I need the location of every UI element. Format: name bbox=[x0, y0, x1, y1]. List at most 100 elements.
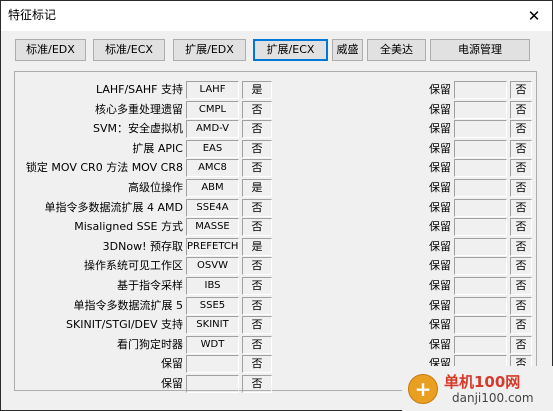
flag-code bbox=[454, 335, 507, 354]
flag-label: 保留 bbox=[429, 337, 451, 351]
flag-row: 基于指令采样 IBS 否 bbox=[15, 276, 277, 296]
flag-row: 保留 否 bbox=[15, 374, 277, 394]
flag-row: 保留 否 bbox=[277, 335, 535, 355]
flag-code bbox=[454, 277, 507, 295]
flag-label: 锁定 MOV CR0 方法 MOV CR8 bbox=[25, 161, 183, 175]
flag-label: 保留 bbox=[429, 318, 451, 332]
flag-label: 保留 bbox=[429, 83, 451, 96]
flag-label: LAHF/SAHF 支持 bbox=[95, 83, 183, 96]
flag-row: 保留 否 bbox=[277, 178, 535, 198]
flag-row: 3DNow! 预存取 PREFETCH 是 bbox=[15, 237, 277, 257]
flag-value: 是 bbox=[242, 81, 272, 99]
flag-row: 保留 否 bbox=[277, 315, 535, 335]
flag-value: 否 bbox=[510, 81, 532, 99]
flag-label: 保留 bbox=[429, 298, 451, 312]
flag-row: 保留 否 bbox=[277, 217, 535, 237]
flag-label: 保留 bbox=[429, 122, 451, 136]
flag-row: 看门狗定时器 WDT 否 bbox=[15, 335, 277, 355]
flag-code: SSE4A bbox=[186, 198, 239, 217]
flag-code: IBS bbox=[186, 277, 239, 295]
flag-value: 否 bbox=[242, 375, 272, 393]
flag-value: 否 bbox=[242, 139, 272, 158]
flag-label: 核心多重处理遗留 bbox=[95, 102, 183, 116]
flag-value: 否 bbox=[242, 218, 272, 237]
flag-value: 否 bbox=[510, 257, 532, 276]
flag-code: MASSE bbox=[186, 218, 239, 237]
flag-label: 保留 bbox=[161, 377, 183, 390]
flag-value: 否 bbox=[510, 120, 532, 139]
tab-transmeta[interactable]: 全美达 bbox=[367, 39, 426, 61]
flag-row: 保留 否 bbox=[277, 139, 535, 159]
flag-label: 操作系统可见工作区 bbox=[84, 259, 183, 273]
flag-value: 否 bbox=[510, 277, 532, 295]
flag-code bbox=[454, 100, 507, 119]
flag-code: AMC8 bbox=[186, 159, 239, 178]
flag-value: 否 bbox=[242, 100, 272, 119]
flag-code bbox=[454, 218, 507, 237]
flag-value: 否 bbox=[242, 257, 272, 276]
flag-label: 保留 bbox=[429, 239, 451, 253]
flag-code: EAS bbox=[186, 139, 239, 158]
flag-code: ABM bbox=[186, 179, 239, 197]
flag-label: 保留 bbox=[429, 259, 451, 273]
title-bar: 特征标记 ✕ bbox=[1, 1, 552, 31]
flag-label: 单指令多数据流扩展 4 AMD bbox=[44, 200, 183, 214]
flag-row: 保留 否 bbox=[277, 237, 535, 257]
flag-code bbox=[454, 159, 507, 178]
flag-code bbox=[454, 81, 507, 99]
tab-standard-ecx[interactable]: 标准/ECX bbox=[93, 39, 165, 61]
flag-row: SVM：安全虚拟机 AMD-V 否 bbox=[15, 119, 277, 139]
flag-row: 锁定 MOV CR0 方法 MOV CR8 AMC8 否 bbox=[15, 158, 277, 178]
flag-code: SSE5 bbox=[186, 296, 239, 315]
flag-label: 保留 bbox=[429, 279, 451, 292]
watermark-logo-icon: + bbox=[408, 374, 438, 404]
flag-row: 保留 否 bbox=[277, 256, 535, 276]
window-title: 特征标记 bbox=[8, 8, 57, 22]
flag-value: 否 bbox=[242, 355, 272, 374]
flag-row: 保留 否 bbox=[277, 80, 535, 100]
flag-label: 看门狗定时器 bbox=[117, 337, 183, 351]
flag-value: 否 bbox=[510, 159, 532, 178]
flag-code bbox=[454, 198, 507, 217]
close-icon[interactable]: ✕ bbox=[516, 1, 552, 31]
flag-row: 扩展 APIC EAS 否 bbox=[15, 139, 277, 159]
flag-row: LAHF/SAHF 支持 LAHF 是 bbox=[15, 80, 277, 100]
flag-row: 保留 否 bbox=[277, 100, 535, 120]
flag-label: 保留 bbox=[429, 220, 451, 234]
flag-code: WDT bbox=[186, 335, 239, 354]
flag-label: 基于指令采样 bbox=[117, 279, 183, 292]
flag-code bbox=[186, 375, 239, 393]
flag-value: 否 bbox=[510, 100, 532, 119]
flag-label: 保留 bbox=[429, 102, 451, 116]
flag-label: 保留 bbox=[429, 200, 451, 214]
flag-row: 保留 否 bbox=[15, 354, 277, 374]
tab-standard-edx[interactable]: 标准/EDX bbox=[15, 39, 86, 61]
watermark-site-name: 单机100网 bbox=[444, 373, 521, 391]
flag-row: 保留 否 bbox=[277, 158, 535, 178]
flag-row: SKINIT/STGI/DEV 支持 SKINIT 否 bbox=[15, 315, 277, 335]
flag-value: 否 bbox=[242, 159, 272, 178]
tab-extended-edx[interactable]: 扩展/EDX bbox=[173, 39, 246, 61]
flag-code: OSVW bbox=[186, 257, 239, 276]
flag-code bbox=[454, 296, 507, 315]
flag-row: Misaligned SSE 方式 MASSE 否 bbox=[15, 217, 277, 237]
flag-label: SKINIT/STGI/DEV 支持 bbox=[66, 318, 183, 332]
flag-value: 否 bbox=[510, 218, 532, 237]
flag-code bbox=[454, 179, 507, 197]
tab-via[interactable]: 威盛 bbox=[332, 39, 363, 61]
feature-flags-dialog: 特征标记 ✕ 标准/EDX 标准/ECX 扩展/EDX 扩展/ECX 威盛 全美达 电源管理… bbox=[0, 0, 553, 411]
flag-code bbox=[454, 257, 507, 276]
flag-label: Misaligned SSE 方式 bbox=[74, 220, 183, 234]
flag-label: 扩展 APIC bbox=[132, 141, 183, 155]
flag-value: 否 bbox=[510, 335, 532, 354]
flag-code: AMD-V bbox=[186, 120, 239, 139]
flag-label: 保留 bbox=[429, 161, 451, 175]
flag-value: 是 bbox=[242, 179, 272, 197]
flag-code: PREFETCH bbox=[186, 237, 239, 256]
flag-code bbox=[454, 237, 507, 256]
flag-code bbox=[454, 120, 507, 139]
tab-power-management[interactable]: 电源管理 bbox=[430, 39, 530, 61]
tab-extended-ecx[interactable]: 扩展/ECX bbox=[253, 39, 328, 61]
flag-label: 保留 bbox=[161, 357, 183, 371]
flag-value: 否 bbox=[242, 296, 272, 315]
